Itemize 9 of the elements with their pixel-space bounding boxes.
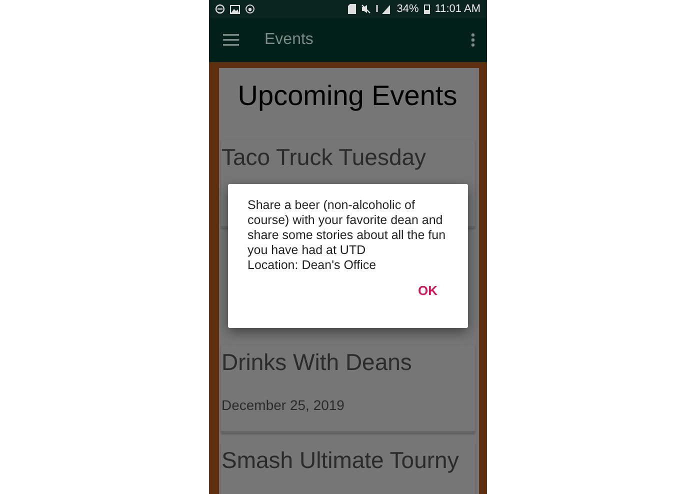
battery-percentage: 34%: [396, 3, 419, 15]
event-title: Smash Ultimate Tourny: [222, 447, 460, 474]
clock-time: 11:01 AM: [434, 3, 480, 15]
event-title: Drinks With Deans: [222, 349, 413, 376]
event-date: December 25, 2019: [222, 397, 346, 413]
event-title: Taco Truck Tuesday: [222, 144, 428, 171]
app-bar-title: Events: [264, 31, 314, 49]
page-heading: Upcoming Events: [236, 79, 458, 113]
dialog-message: Share a beer (non-alcoholic of course) with your favorite dean and share some stories about all the fun you have had at UTD Location: Dean's Office: [248, 198, 447, 274]
